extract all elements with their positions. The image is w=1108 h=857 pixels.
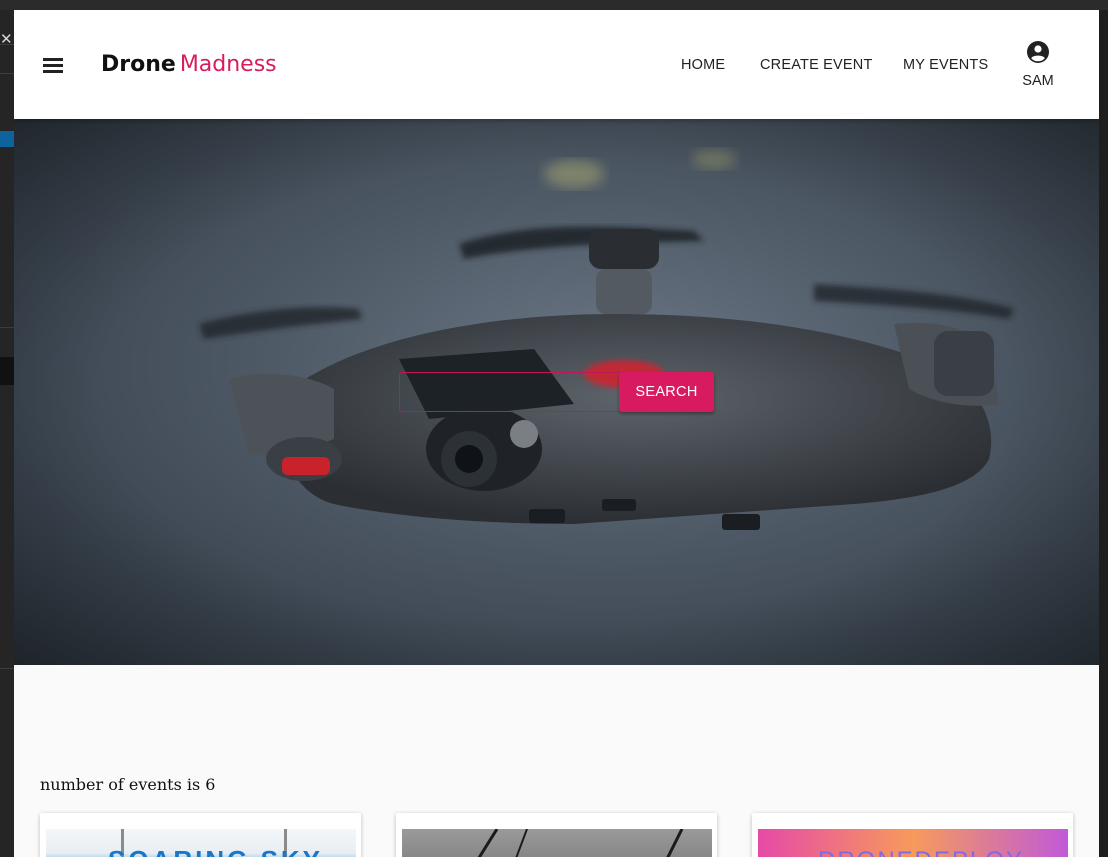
account-button[interactable]: SAM <box>1018 38 1058 94</box>
power-lines-graphic <box>477 829 684 857</box>
event-card-image-text: DRONEDEPLOY <box>818 847 1024 857</box>
events-count-text: number of events is 6 <box>40 775 216 794</box>
brand-name-accent: Madness <box>179 52 277 77</box>
app-window: Drone Madness HOME CREATE EVENT MY EVENTS… <box>14 10 1099 857</box>
brand-logo[interactable]: Drone Madness <box>101 51 277 79</box>
search-bar: SEARCH <box>399 372 715 412</box>
event-card-image-text: SOARING SKY <box>108 845 323 857</box>
nav-home[interactable]: HOME <box>681 56 725 74</box>
account-username: SAM <box>1022 73 1054 89</box>
host-divider <box>0 327 14 328</box>
event-card-image: SOARING SKY <box>46 829 356 857</box>
brand-name-bold: Drone <box>101 52 176 77</box>
search-input[interactable] <box>399 372 629 412</box>
hamburger-menu-icon[interactable] <box>39 51 67 79</box>
host-top-bar <box>0 0 1108 10</box>
host-panel-block <box>0 357 14 385</box>
hero-banner: SEARCH <box>14 119 1099 665</box>
nav-create-event[interactable]: CREATE EVENT <box>760 56 873 74</box>
search-button[interactable]: SEARCH <box>619 372 714 412</box>
account-circle-icon <box>1027 41 1049 63</box>
nav-my-events[interactable]: MY EVENTS <box>903 56 988 74</box>
event-card[interactable] <box>396 813 717 857</box>
host-side-panel: ✕ <box>0 10 14 857</box>
event-card-image: DRONEDEPLOY <box>758 829 1068 857</box>
host-divider <box>0 73 14 74</box>
host-divider <box>0 44 14 45</box>
top-app-bar: Drone Madness HOME CREATE EVENT MY EVENTS… <box>14 10 1099 119</box>
host-selection <box>0 131 14 147</box>
event-card[interactable]: DRONEDEPLOY <box>752 813 1073 857</box>
host-divider <box>0 668 14 669</box>
event-card[interactable]: SOARING SKY <box>40 813 361 857</box>
event-card-image <box>402 829 712 857</box>
close-icon[interactable]: ✕ <box>0 24 13 54</box>
